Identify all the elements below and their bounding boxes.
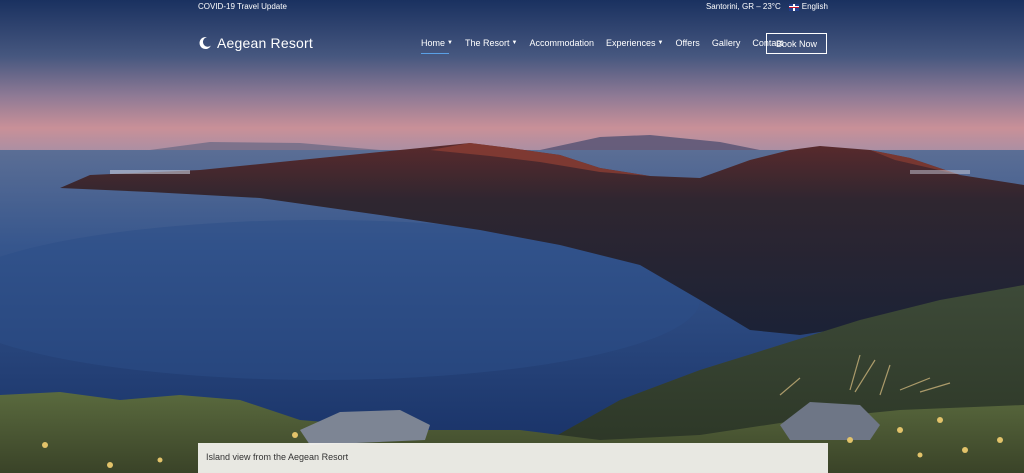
nav-home[interactable]: Home ▼ <box>421 38 453 54</box>
nav-label: Offers <box>675 38 700 48</box>
brand-name: Aegean Resort <box>217 35 313 51</box>
nav-experiences[interactable]: Experiences ▼ <box>606 38 663 48</box>
nav-label: Experiences <box>605 38 656 48</box>
nav-label: Gallery <box>711 38 741 48</box>
nav-gallery[interactable]: Gallery <box>712 38 741 48</box>
book-now-button[interactable]: Book Now <box>766 33 827 54</box>
nav-accommodation[interactable]: Accommodation <box>529 38 594 48</box>
chevron-down-icon: ▼ <box>447 40 453 46</box>
language-selector[interactable]: English <box>788 0 828 14</box>
weather-indicator: Santorini, GR – 23°C <box>705 2 781 11</box>
uk-flag-icon <box>788 3 799 11</box>
chevron-down-icon: ▼ <box>511 40 518 46</box>
hero-image <box>0 0 1024 473</box>
top-utility-bar: COVID-19 Travel Update Santorini, GR – 2… <box>0 0 1024 14</box>
chevron-down-icon: ▼ <box>657 40 664 46</box>
language-label: English <box>801 2 828 11</box>
caldera-landscape-illustration <box>0 0 1024 473</box>
nav-offers[interactable]: Offers <box>675 38 699 48</box>
main-navigation: Home ▼ The Resort ▼ Accommodation Experien… <box>421 38 783 54</box>
nav-label: The Resort <box>464 38 510 48</box>
crescent-moon-icon <box>199 37 211 50</box>
nav-label: Home <box>421 38 446 48</box>
brand-logo[interactable]: Aegean Resort <box>198 35 313 51</box>
nav-the-resort[interactable]: The Resort ▼ <box>465 38 517 48</box>
hero-caption: Island view from the Aegean Resort <box>198 443 828 473</box>
nav-label: Accommodation <box>529 38 594 48</box>
topbar-right: Santorini, GR – 23°C English <box>706 0 828 14</box>
covid-update-link[interactable]: COVID-19 Travel Update <box>198 0 287 14</box>
